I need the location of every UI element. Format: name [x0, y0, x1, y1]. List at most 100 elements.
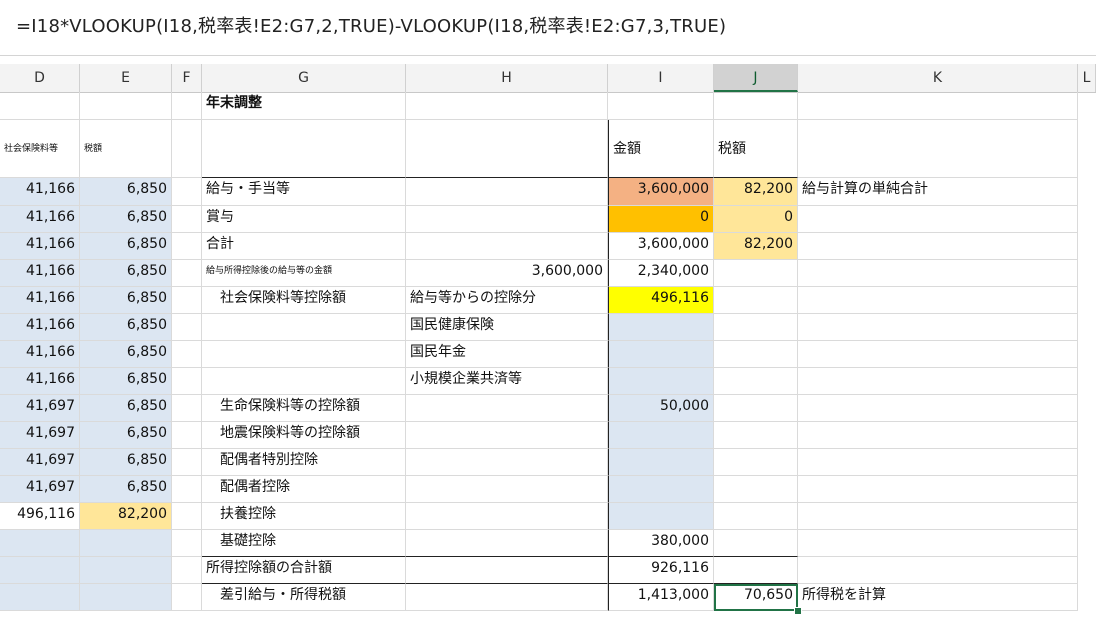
- cell-k-2[interactable]: [798, 120, 1078, 178]
- column-header-g[interactable]: G: [202, 64, 406, 92]
- cell-h-11[interactable]: [406, 395, 608, 422]
- cell-e-9[interactable]: 6,850: [80, 341, 172, 368]
- cell-k-9[interactable]: [798, 341, 1078, 368]
- cell-i-6[interactable]: 2,340,000: [608, 260, 714, 287]
- cell-h-2[interactable]: [406, 120, 608, 178]
- cell-h-14[interactable]: [406, 476, 608, 503]
- cell-g-14[interactable]: 配偶者控除: [202, 476, 406, 503]
- cell-d-2[interactable]: 社会保険料等: [0, 120, 80, 178]
- cell-k-7[interactable]: [798, 287, 1078, 314]
- cell-j-3[interactable]: 82,200: [714, 178, 798, 206]
- cell-j-12[interactable]: [714, 422, 798, 449]
- cell-g-11[interactable]: 生命保険料等の控除額: [202, 395, 406, 422]
- cell-d-18[interactable]: [0, 584, 80, 611]
- cell-k-10[interactable]: [798, 368, 1078, 395]
- cell-f-2[interactable]: [172, 120, 202, 178]
- cell-f-14[interactable]: [172, 476, 202, 503]
- cell-k-16[interactable]: [798, 530, 1078, 557]
- cell-g-5[interactable]: 合計: [202, 233, 406, 260]
- cell-h-5[interactable]: [406, 233, 608, 260]
- cell-k-17[interactable]: [798, 557, 1078, 584]
- cell-j-15[interactable]: [714, 503, 798, 530]
- cell-k-8[interactable]: [798, 314, 1078, 341]
- cell-g-3[interactable]: 給与・手当等: [202, 178, 406, 206]
- cell-f-13[interactable]: [172, 449, 202, 476]
- cell-e-4[interactable]: 6,850: [80, 206, 172, 233]
- cell-k-15[interactable]: [798, 503, 1078, 530]
- formula-bar[interactable]: =I18*VLOOKUP(I18,税率表!E2:G7,2,TRUE)-VLOOK…: [0, 0, 1096, 56]
- cell-k-18[interactable]: 所得税を計算: [798, 584, 1078, 611]
- column-header-l[interactable]: L: [1078, 64, 1096, 92]
- cell-k-1[interactable]: [798, 92, 1078, 120]
- cell-j-13[interactable]: [714, 449, 798, 476]
- cell-h-12[interactable]: [406, 422, 608, 449]
- cell-e-10[interactable]: 6,850: [80, 368, 172, 395]
- cell-f-18[interactable]: [172, 584, 202, 611]
- cell-d-8[interactable]: 41,166: [0, 314, 80, 341]
- cell-h-10[interactable]: 小規模企業共済等: [406, 368, 608, 395]
- cell-d-5[interactable]: 41,166: [0, 233, 80, 260]
- cell-d-15[interactable]: 496,116: [0, 503, 80, 530]
- cell-j-1[interactable]: [714, 92, 798, 120]
- cell-e-3[interactable]: 6,850: [80, 178, 172, 206]
- cell-h-7[interactable]: 給与等からの控除分: [406, 287, 608, 314]
- cell-e-17[interactable]: [80, 557, 172, 584]
- cell-i-17[interactable]: 926,116: [608, 557, 714, 584]
- cell-h-18[interactable]: [406, 584, 608, 611]
- cell-d-14[interactable]: 41,697: [0, 476, 80, 503]
- cell-f-9[interactable]: [172, 341, 202, 368]
- cell-f-12[interactable]: [172, 422, 202, 449]
- cell-e-18[interactable]: [80, 584, 172, 611]
- cell-i-16[interactable]: 380,000: [608, 530, 714, 557]
- cell-f-8[interactable]: [172, 314, 202, 341]
- cell-g-1[interactable]: 年末調整: [202, 92, 406, 120]
- cell-j-7[interactable]: [714, 287, 798, 314]
- cell-d-4[interactable]: 41,166: [0, 206, 80, 233]
- cell-d-11[interactable]: 41,697: [0, 395, 80, 422]
- cell-f-1[interactable]: [172, 92, 202, 120]
- cell-d-1[interactable]: [0, 92, 80, 120]
- column-header-e[interactable]: E: [80, 64, 172, 92]
- fill-handle[interactable]: [794, 607, 802, 615]
- cell-i-3[interactable]: 3,600,000: [608, 178, 714, 206]
- cell-g-7[interactable]: 社会保険料等控除額: [202, 287, 406, 314]
- cell-i-9[interactable]: [608, 341, 714, 368]
- cell-k-13[interactable]: [798, 449, 1078, 476]
- cell-j-17[interactable]: [714, 557, 798, 584]
- cell-j-18[interactable]: 70,650: [714, 584, 798, 611]
- cell-f-3[interactable]: [172, 178, 202, 206]
- cell-g-13[interactable]: 配偶者特別控除: [202, 449, 406, 476]
- cell-f-4[interactable]: [172, 206, 202, 233]
- cell-j-11[interactable]: [714, 395, 798, 422]
- cell-h-16[interactable]: [406, 530, 608, 557]
- cell-k-4[interactable]: [798, 206, 1078, 233]
- cell-k-14[interactable]: [798, 476, 1078, 503]
- column-header-k[interactable]: K: [798, 64, 1078, 92]
- cell-f-17[interactable]: [172, 557, 202, 584]
- cell-e-14[interactable]: 6,850: [80, 476, 172, 503]
- cell-e-15[interactable]: 82,200: [80, 503, 172, 530]
- cell-j-14[interactable]: [714, 476, 798, 503]
- cell-f-7[interactable]: [172, 287, 202, 314]
- cell-i-12[interactable]: [608, 422, 714, 449]
- cell-k-6[interactable]: [798, 260, 1078, 287]
- cell-j-6[interactable]: [714, 260, 798, 287]
- cell-i-13[interactable]: [608, 449, 714, 476]
- cell-d-10[interactable]: 41,166: [0, 368, 80, 395]
- cell-e-11[interactable]: 6,850: [80, 395, 172, 422]
- cell-i-15[interactable]: [608, 503, 714, 530]
- cell-e-6[interactable]: 6,850: [80, 260, 172, 287]
- cell-g-10[interactable]: [202, 368, 406, 395]
- column-header-j[interactable]: J: [714, 64, 798, 92]
- cell-i-18[interactable]: 1,413,000: [608, 584, 714, 611]
- cell-d-6[interactable]: 41,166: [0, 260, 80, 287]
- cell-j-16[interactable]: [714, 530, 798, 557]
- cell-j-10[interactable]: [714, 368, 798, 395]
- cell-j-9[interactable]: [714, 341, 798, 368]
- column-header-h[interactable]: H: [406, 64, 608, 92]
- cell-d-12[interactable]: 41,697: [0, 422, 80, 449]
- cell-f-16[interactable]: [172, 530, 202, 557]
- cell-e-1[interactable]: [80, 92, 172, 120]
- cell-f-11[interactable]: [172, 395, 202, 422]
- cell-d-9[interactable]: 41,166: [0, 341, 80, 368]
